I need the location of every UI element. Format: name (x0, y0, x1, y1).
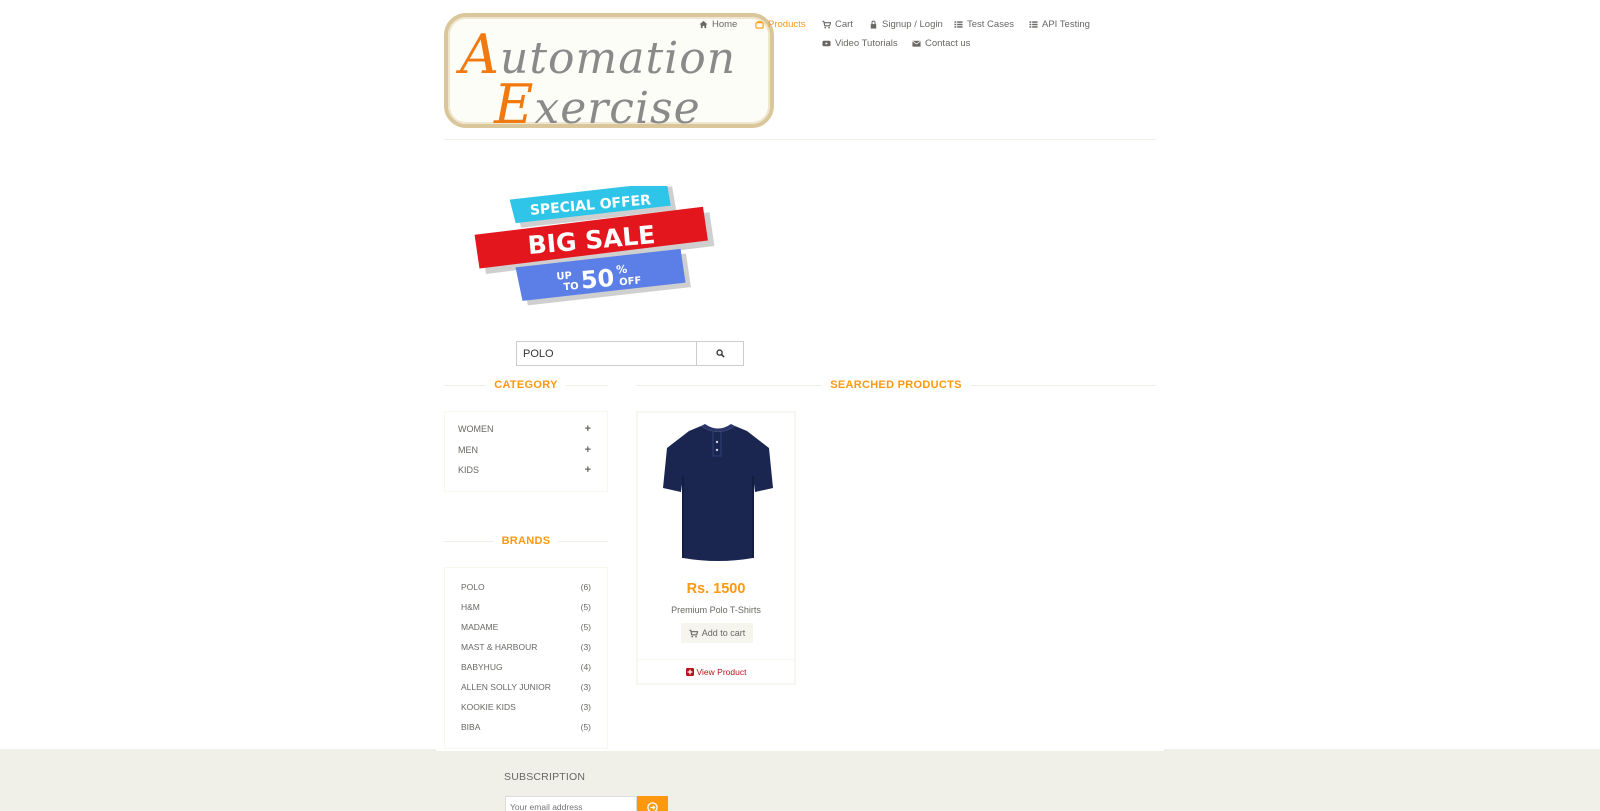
add-to-cart-button[interactable]: Add to cart (681, 623, 753, 643)
brand-count: (4) (580, 662, 591, 672)
subscribe-button[interactable] (637, 796, 668, 811)
category-panel: WOMEN + MEN + KIDS + (444, 411, 608, 492)
brands-panel: POLO (6) H&M (5) MADAME (5) MAST & HARBOUR (… (444, 567, 608, 749)
view-product-label: View Product (696, 667, 747, 677)
nav-cart[interactable]: Cart (822, 19, 853, 30)
category-heading-text: CATEGORY (486, 379, 566, 391)
sale-fifty: 50 (580, 264, 616, 295)
product-name: Premium Polo T-Shirts (671, 605, 761, 615)
category-men[interactable]: MEN + (458, 444, 591, 456)
search-input[interactable] (516, 341, 697, 366)
sale-percent: % (616, 263, 628, 277)
brand-name: BIBA (461, 722, 481, 732)
card-divider (638, 659, 794, 660)
category-kids[interactable]: KIDS + (458, 464, 591, 476)
nav-home-label: Home (712, 19, 738, 30)
search-button[interactable] (696, 341, 744, 366)
nav-signup-login[interactable]: Signup / Login (869, 19, 943, 30)
nav-products-label: Products (768, 19, 806, 30)
category-label: MEN (458, 445, 478, 455)
page: Automation Exercise Home Products Cart S… (0, 0, 1600, 811)
nav-api-testing-label: API Testing (1042, 19, 1090, 30)
brand-item[interactable]: ALLEN SOLLY JUNIOR (3) (461, 681, 591, 693)
header-divider (444, 139, 1156, 140)
footer: SUBSCRIPTION (0, 749, 1600, 811)
brand-count: (5) (580, 722, 591, 732)
brand-name: MADAME (461, 622, 499, 632)
product-card: Rs. 1500 Premium Polo T-Shirts Add to ca… (636, 411, 796, 685)
plus-icon[interactable]: + (585, 423, 591, 435)
subscription-email-input[interactable] (505, 796, 637, 811)
brand-item[interactable]: MAST & HARBOUR (3) (461, 641, 591, 653)
search-icon (715, 349, 725, 358)
brand-count: (3) (580, 642, 591, 652)
brand-count: (5) (580, 622, 591, 632)
nav-video-tutorials-label: Video Tutorials (835, 38, 898, 49)
brands-heading: BRANDS (444, 534, 608, 548)
plus-square-icon (685, 668, 694, 676)
brand-name: ALLEN SOLLY JUNIOR (461, 682, 551, 692)
cart-icon (689, 629, 698, 637)
nav-api-testing[interactable]: API Testing (1029, 19, 1090, 30)
brand-item[interactable]: KOOKIE KIDS (3) (461, 701, 591, 713)
nav-test-cases[interactable]: Test Cases (954, 19, 1014, 30)
cart-icon (822, 20, 831, 29)
brand-item[interactable]: MADAME (5) (461, 621, 591, 633)
brand-name: MAST & HARBOUR (461, 642, 538, 652)
brand-count: (3) (580, 682, 591, 692)
home-icon (699, 20, 708, 29)
nav-contact-us-label: Contact us (925, 38, 971, 49)
nav-contact-us[interactable]: Contact us (912, 38, 970, 49)
arrow-circle-right-icon (647, 801, 658, 811)
brand-name: BABYHUG (461, 662, 503, 672)
nav-products[interactable]: Products (755, 19, 806, 30)
view-product-link[interactable]: View Product (638, 667, 794, 677)
sale-banner: SPECIAL OFFER BIG SALE UP TO 50 % OFF (474, 186, 715, 306)
polo-shirt-image[interactable] (661, 418, 775, 566)
category-label: WOMEN (458, 424, 494, 434)
nav-video-tutorials[interactable]: Video Tutorials (822, 38, 898, 49)
brand-count: (5) (580, 602, 591, 612)
products-icon (755, 21, 764, 29)
product-search (516, 341, 744, 366)
lock-icon (870, 20, 877, 29)
product-price: Rs. 1500 (686, 581, 746, 597)
brand-item[interactable]: BABYHUG (4) (461, 661, 591, 673)
footer-top-line (436, 749, 1164, 751)
list-icon (1029, 21, 1038, 28)
nav-home[interactable]: Home (699, 19, 737, 30)
list-icon (954, 21, 963, 28)
sale-off: OFF (619, 275, 642, 288)
nav-test-cases-label: Test Cases (967, 19, 1014, 30)
main-nav: Home Products Cart Signup / Login Test C… (0, 17, 1600, 57)
brand-item[interactable]: BIBA (5) (461, 721, 591, 733)
brand-item[interactable]: POLO (6) (461, 581, 591, 593)
brand-count: (6) (580, 582, 591, 592)
nav-signup-label: Signup / Login (882, 19, 943, 30)
sale-banner-group: SPECIAL OFFER BIG SALE UP TO 50 % OFF (474, 186, 715, 306)
brands-heading-text: BRANDS (493, 535, 559, 547)
category-heading: CATEGORY (444, 378, 608, 392)
searched-products-heading: SEARCHED PRODUCTS (636, 378, 1156, 392)
plus-icon[interactable]: + (585, 444, 591, 456)
subscription-title: SUBSCRIPTION (504, 771, 586, 783)
sale-to: TO (563, 281, 579, 293)
category-label: KIDS (458, 465, 480, 475)
envelope-icon (912, 40, 921, 47)
youtube-icon (822, 40, 831, 47)
add-to-cart-label: Add to cart (701, 628, 746, 638)
searched-products-heading-text: SEARCHED PRODUCTS (822, 379, 970, 391)
brand-name: POLO (461, 582, 485, 592)
category-women[interactable]: WOMEN + (458, 423, 591, 435)
nav-cart-label: Cart (835, 19, 853, 30)
brand-name: KOOKIE KIDS (461, 702, 516, 712)
brand-count: (3) (580, 702, 591, 712)
brand-item[interactable]: H&M (5) (461, 601, 591, 613)
plus-icon[interactable]: + (585, 464, 591, 476)
brand-name: H&M (461, 602, 480, 612)
logo-line-2: Exercise (494, 73, 701, 136)
